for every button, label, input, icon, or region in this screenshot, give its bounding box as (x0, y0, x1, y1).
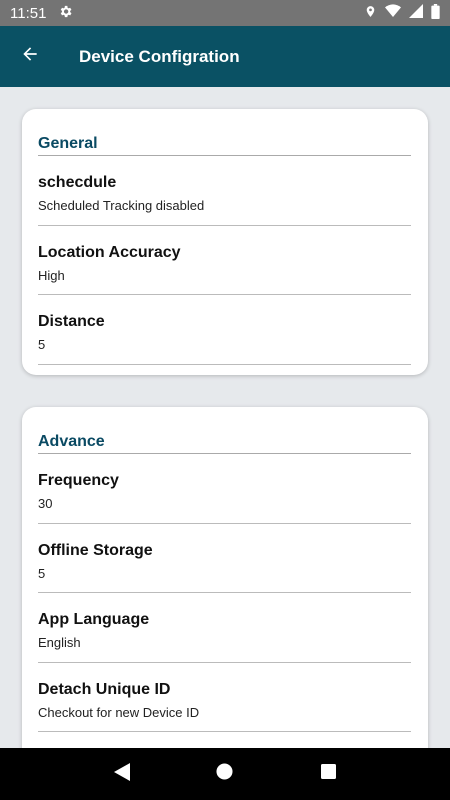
setting-title: schecdule (38, 174, 117, 191)
setting-value: 5 (38, 565, 46, 581)
setting-title: Location Accuracy (38, 243, 181, 261)
setting-schedule[interactable]: schecdule Scheduled Tracking disabled (38, 156, 411, 226)
setting-value: Checkout for new Device ID (38, 704, 200, 720)
section-title-advance: Advance (38, 407, 411, 454)
setting-value: Scheduled Tracking disabled (38, 198, 205, 213)
status-icons (364, 3, 440, 23)
nav-recents-button[interactable] (308, 754, 348, 794)
gear-icon (58, 4, 73, 23)
home-circle-icon (216, 763, 234, 785)
setting-title: Detach Unique ID (38, 680, 171, 698)
back-triangle-icon (113, 762, 130, 786)
setting-title: Frequency (38, 472, 119, 489)
nav-back-button[interactable] (102, 754, 142, 794)
setting-title: App Language (38, 611, 150, 628)
status-time: 11:51 (10, 4, 47, 22)
back-button[interactable] (0, 26, 60, 87)
app-bar: Device Configration (0, 26, 450, 87)
setting-distance[interactable]: Distance 5 (38, 295, 411, 365)
setting-title: Offline Storage (38, 541, 153, 559)
settings-content[interactable]: General schecdule Scheduled Tracking dis… (0, 87, 450, 748)
setting-frequency[interactable]: Frequency 30 (38, 454, 411, 524)
setting-value: English (38, 635, 81, 650)
page-title: Device Configration (79, 46, 240, 66)
general-card: General schecdule Scheduled Tracking dis… (22, 109, 428, 375)
setting-title: Distance (38, 313, 105, 330)
signal-icon (409, 4, 423, 22)
battery-icon (431, 3, 440, 23)
setting-app-language[interactable]: App Language English (38, 593, 411, 663)
setting-value: High (38, 267, 65, 283)
setting-value: 30 (38, 496, 53, 511)
setting-location-accuracy[interactable]: Location Accuracy High (38, 226, 411, 295)
setting-detach-unique-id[interactable]: Detach Unique ID Checkout for new Device… (38, 663, 411, 732)
location-icon (364, 4, 377, 23)
wifi-icon (385, 4, 401, 22)
arrow-back-icon (20, 44, 40, 69)
status-bar: 11:51 (0, 0, 450, 26)
nav-home-button[interactable] (205, 754, 245, 794)
section-title-general: General (38, 109, 411, 156)
recents-square-icon (320, 764, 336, 784)
advance-card: Advance Frequency 30 Offline Storage 5 A… (22, 407, 428, 748)
setting-value: 5 (38, 337, 46, 352)
system-nav-bar (0, 748, 450, 800)
setting-offline-storage[interactable]: Offline Storage 5 (38, 524, 411, 593)
